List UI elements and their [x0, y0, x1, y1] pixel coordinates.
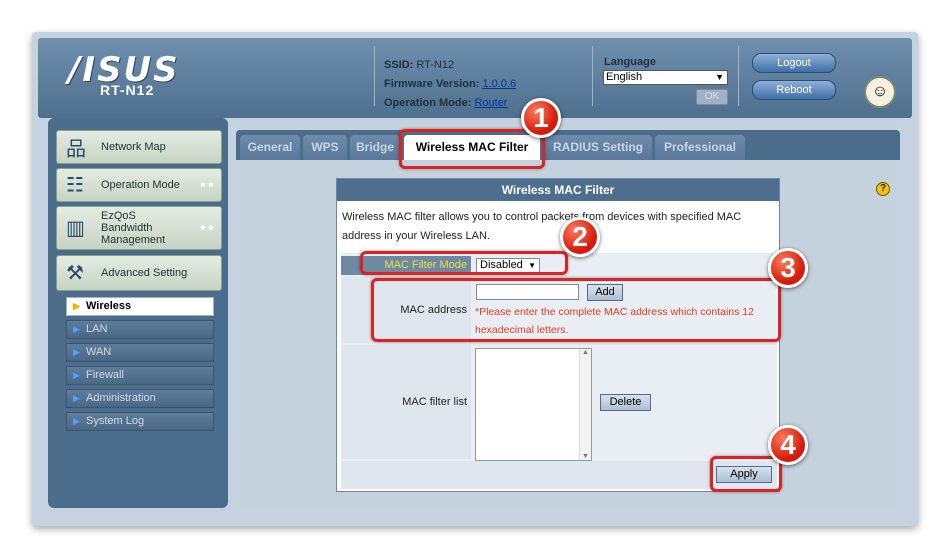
step-1-marker: 1 — [521, 98, 561, 138]
menu-advanced-setting[interactable]: ⚒ Advanced Setting — [56, 255, 222, 291]
step-2-marker: 2 — [560, 217, 600, 257]
ssid-value: RT-N12 — [416, 59, 455, 71]
firmware-label: Firmware Version: — [384, 78, 480, 90]
mac-filter-listbox[interactable]: ▲ ▼ — [475, 348, 592, 461]
menu-label-line: Management — [101, 234, 166, 246]
submenu-label: System Log — [86, 415, 145, 427]
header-divider — [374, 46, 375, 106]
language-label: Language — [604, 56, 656, 68]
submenu-label: WAN — [86, 346, 112, 358]
tab-general[interactable]: General — [240, 135, 300, 160]
scroll-up-icon[interactable]: ▲ — [580, 349, 591, 356]
highlight-box-3 — [371, 278, 781, 342]
panel-title: Wireless MAC Filter — [337, 179, 779, 201]
submenu-firewall[interactable]: ▶ Firewall — [66, 366, 214, 385]
submenu-administration[interactable]: ▶ Administration — [66, 389, 214, 408]
menu-label: Operation Mode — [101, 179, 180, 191]
tab-bridge[interactable]: Bridge — [350, 135, 400, 160]
tab-professional[interactable]: Professional — [655, 135, 745, 160]
menu-label-line: EzQoS — [101, 210, 136, 222]
step-4-marker: 4 — [768, 425, 808, 465]
tab-wps[interactable]: WPS — [303, 135, 347, 160]
arrow-right-icon: ▶ — [73, 324, 80, 334]
step-3-marker: 3 — [768, 248, 808, 288]
header-divider — [738, 46, 739, 106]
arrow-right-icon: ▶ — [73, 301, 80, 311]
opmode-label: Operation Mode: — [384, 97, 472, 109]
menu-label: Advanced Setting — [101, 267, 188, 279]
submenu-wireless[interactable]: ▶ Wireless — [66, 297, 214, 316]
submenu-label: Administration — [86, 392, 156, 404]
submenu-lan[interactable]: ▶ LAN — [66, 320, 214, 339]
arrow-right-icon: ▶ — [73, 347, 80, 357]
language-ok-button[interactable]: OK — [696, 89, 728, 105]
menu-label: Network Map — [101, 141, 166, 153]
highlight-box-1 — [399, 129, 545, 169]
submenu-label: Firewall — [86, 369, 124, 381]
logout-button[interactable]: Logout — [752, 53, 836, 73]
menu-ezqos[interactable]: ▥ EzQoS Bandwidth Management ★★ — [56, 206, 222, 250]
submenu-wan[interactable]: ▶ WAN — [66, 343, 214, 362]
arrow-right-icon: ▶ — [73, 416, 80, 426]
filter-list-label: MAC filter list — [341, 345, 471, 459]
highlight-box-2 — [360, 251, 568, 275]
operation-mode-icon: ☷ — [66, 174, 84, 197]
help-icon[interactable]: ? — [876, 182, 890, 196]
scroll-down-icon[interactable]: ▼ — [580, 453, 591, 460]
submenu-label: Wireless — [86, 300, 132, 312]
network-map-icon: 品 — [66, 138, 86, 161]
model-name: RT-N12 — [100, 82, 155, 98]
menu-label-line: Bandwidth — [101, 222, 153, 234]
tab-radius-setting[interactable]: RADIUS Setting — [544, 135, 652, 160]
dropdown-arrow-icon: ▼ — [715, 72, 724, 82]
qos-icon: ▥ — [66, 217, 85, 240]
reboot-button[interactable]: Reboot — [752, 80, 836, 100]
menu-network-map[interactable]: 品 Network Map — [56, 130, 222, 164]
scrollbar[interactable]: ▲ ▼ — [579, 349, 591, 460]
advanced-setting-icon: ⚒ — [66, 262, 84, 285]
arrow-right-icon: ▶ — [73, 393, 80, 403]
ssid-label: SSID: — [384, 59, 414, 71]
stars-icon: ★★ — [198, 222, 215, 233]
language-select[interactable]: English ▼ — [603, 70, 728, 85]
submenu-system-log[interactable]: ▶ System Log — [66, 412, 214, 431]
header-divider — [592, 46, 593, 106]
opmode-link[interactable]: Router — [474, 97, 507, 109]
menu-label: EzQoS Bandwidth Management — [101, 210, 165, 246]
language-value: English — [606, 71, 643, 83]
stars-icon: ★★ — [198, 179, 215, 190]
firmware-link[interactable]: 1.0.0.6 — [482, 78, 516, 90]
arrow-right-icon: ▶ — [73, 370, 80, 380]
submenu-label: LAN — [86, 323, 108, 335]
device-info: SSID: RT-N12 Firmware Version: 1.0.0.6 O… — [384, 56, 516, 113]
highlight-box-4 — [710, 456, 782, 492]
mascot-icon: ☺ — [864, 76, 896, 108]
delete-button[interactable]: Delete — [600, 394, 651, 411]
menu-operation-mode[interactable]: ☷ Operation Mode ★★ — [56, 168, 222, 202]
